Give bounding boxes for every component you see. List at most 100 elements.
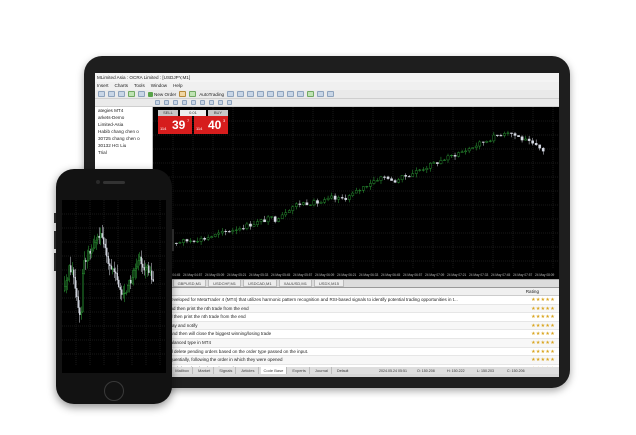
- bar-chart-icon[interactable]: [227, 91, 235, 97]
- candle-body: [467, 148, 471, 152]
- nav-item[interactable]: Trial: [95, 149, 152, 156]
- candle-body: [199, 238, 203, 242]
- autoscroll-icon[interactable]: [297, 91, 305, 97]
- metaeditor-icon[interactable]: [179, 91, 187, 97]
- status-low: L: 150.203: [477, 369, 494, 373]
- candle-body: [506, 132, 510, 134]
- nav-item[interactable]: Habib chang chen o: [95, 128, 152, 135]
- autotrading-button[interactable]: AutoTrading: [199, 90, 224, 99]
- market-watch-icon[interactable]: [118, 91, 125, 97]
- candle-body: [136, 266, 138, 269]
- time-axis-label: 24 May 07:33: [469, 273, 489, 277]
- indicators-icon[interactable]: [307, 91, 315, 97]
- candle-body: [109, 263, 111, 266]
- candle-body: [119, 286, 121, 290]
- time-axis-label: 24 May 05:09: [205, 273, 225, 277]
- chart-tab[interactable]: XAUUSD,M1: [278, 280, 312, 287]
- candle-body: [227, 231, 231, 233]
- new-chart-icon[interactable]: [98, 91, 105, 97]
- nav-item[interactable]: 30132 HG Liu: [95, 142, 152, 149]
- chart-tab[interactable]: USDCHF,M1: [208, 280, 242, 287]
- fibonacci-icon[interactable]: [209, 100, 214, 105]
- terminal-icon[interactable]: [138, 91, 145, 97]
- candlestick-icon[interactable]: [237, 91, 245, 97]
- zoom-in-icon[interactable]: [257, 91, 265, 97]
- menu-charts[interactable]: Charts: [115, 82, 129, 90]
- tab-experts[interactable]: Experts: [289, 367, 310, 374]
- rating-stars: ★★★★★: [531, 297, 555, 303]
- time-axis-label: 24 May 06:21: [337, 273, 357, 277]
- buy-price-sup: 3: [223, 118, 226, 123]
- candle-body: [112, 268, 114, 270]
- candle-body: [326, 197, 330, 200]
- candle-body: [474, 145, 478, 148]
- time-axis-label: 24 May 05:57: [293, 273, 313, 277]
- horizontal-line-icon[interactable]: [182, 100, 187, 105]
- profiles-icon[interactable]: [108, 91, 115, 97]
- candle-body: [83, 260, 85, 274]
- new-order-button[interactable]: New Order: [148, 90, 176, 99]
- line-chart-icon[interactable]: [247, 91, 255, 97]
- label-icon[interactable]: [227, 100, 232, 105]
- cursor-icon[interactable]: [155, 100, 160, 105]
- navigator-icon[interactable]: [128, 91, 135, 97]
- tile-windows-icon[interactable]: [277, 91, 285, 97]
- candle-body: [92, 247, 94, 251]
- tab-articles[interactable]: Articles: [238, 367, 259, 374]
- templates-icon[interactable]: [327, 91, 335, 97]
- menu-tools[interactable]: Tools: [134, 82, 145, 90]
- candle-body: [185, 239, 189, 242]
- text-icon[interactable]: [218, 100, 223, 105]
- chart-shift-icon[interactable]: [287, 91, 295, 97]
- phone-chart-screen[interactable]: [62, 200, 166, 373]
- tab-signals[interactable]: Signals: [216, 367, 237, 374]
- candle-body: [347, 195, 351, 200]
- time-axis-label: 24 May 06:33: [359, 273, 379, 277]
- time-axis-label: 24 May 07:45: [491, 273, 511, 277]
- zoom-out-icon[interactable]: [267, 91, 275, 97]
- candle-body: [344, 197, 348, 200]
- candle-body: [421, 169, 425, 171]
- phone-candlestick-chart[interactable]: [62, 200, 166, 373]
- candle-body: [407, 176, 411, 178]
- candle-body: [425, 167, 429, 170]
- nav-item[interactable]: arkets-Demo: [95, 114, 152, 121]
- trendline-icon[interactable]: [191, 100, 196, 105]
- channel-icon[interactable]: [200, 100, 205, 105]
- tab-market[interactable]: Market: [195, 367, 215, 374]
- candle-body: [400, 175, 404, 180]
- tab-mailbox[interactable]: Mailbox: [172, 367, 194, 374]
- chart-tab[interactable]: USDX,M15: [313, 280, 344, 287]
- nav-item[interactable]: 30725 chang chen o: [95, 135, 152, 142]
- candle-body: [133, 270, 135, 278]
- candle-body: [224, 230, 228, 232]
- vertical-line-icon[interactable]: [173, 100, 178, 105]
- candle-body: [414, 170, 418, 174]
- buy-button[interactable]: 114 40 3: [194, 116, 228, 134]
- periods-icon[interactable]: [317, 91, 325, 97]
- main-toolbar: New Order AutoTrading: [95, 90, 559, 99]
- tab-journal[interactable]: Journal: [312, 367, 332, 374]
- rating-column-header[interactable]: Rating: [526, 288, 539, 296]
- candle-body: [319, 201, 323, 204]
- nav-item[interactable]: ategies MT4: [95, 107, 152, 114]
- candle-body: [146, 265, 148, 268]
- chart-tab[interactable]: GBPUSD,M1: [172, 280, 207, 287]
- autotrading-icon[interactable]: [189, 91, 197, 97]
- tab-code-base[interactable]: Code Base: [260, 367, 288, 374]
- nav-item[interactable]: Limited-Asia: [95, 121, 152, 128]
- menu-insert[interactable]: Insert: [97, 82, 109, 90]
- window-title: MLimited Asia : OCRA Limited : [USDJPY,M…: [95, 73, 559, 82]
- crosshair-icon[interactable]: [164, 100, 169, 105]
- candle-body: [131, 277, 133, 284]
- candle-body: [333, 195, 337, 200]
- rating-stars: ★★★★★: [531, 357, 555, 364]
- candle-body: [492, 134, 496, 142]
- time-axis-label: 24 May 04:57: [183, 273, 203, 277]
- candle-body: [337, 197, 340, 200]
- chart-tab[interactable]: USDCAD,M1: [243, 280, 277, 287]
- price-chart[interactable]: 24 May 04:4524 May 04:5724 May 05:0924 M…: [153, 107, 559, 279]
- candle-body: [145, 267, 147, 271]
- candle-body: [88, 250, 90, 261]
- sell-button[interactable]: 114 39 7: [158, 116, 192, 134]
